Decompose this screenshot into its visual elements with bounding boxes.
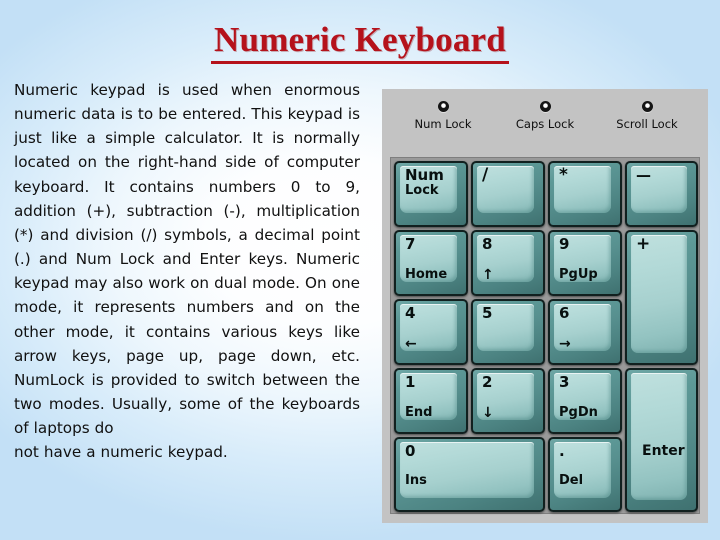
key-cap — [554, 304, 611, 351]
indicator-caps-lock: Caps Lock — [495, 101, 596, 131]
led-indicator-icon — [641, 101, 653, 112]
key-6-right[interactable]: 6 → — [548, 299, 622, 365]
key-period-del[interactable]: . Del — [548, 437, 622, 512]
key-cap — [554, 235, 611, 282]
key-minus[interactable]: — — [625, 161, 698, 227]
key-num-lock[interactable]: Num Lock — [394, 161, 468, 227]
key-plus[interactable]: + — [625, 230, 698, 365]
led-indicator-icon — [539, 101, 551, 112]
key-cap — [477, 373, 534, 420]
key-cap — [400, 235, 457, 282]
key-9-pgup[interactable]: 9 PgUp — [548, 230, 622, 296]
body-text-block: Numeric keypad is used when enormous num… — [14, 78, 360, 465]
key-1-end[interactable]: 1 End — [394, 368, 468, 434]
key-cap — [554, 442, 611, 498]
key-3-pgdn[interactable]: 3 PgDn — [548, 368, 622, 434]
indicator-strip: Num Lock Caps Lock Scroll Lock — [382, 89, 708, 157]
indicator-num-lock: Num Lock — [393, 101, 494, 131]
key-divide[interactable]: / — [471, 161, 545, 227]
key-cap — [631, 235, 687, 353]
key-multiply[interactable]: * — [548, 161, 622, 227]
key-5[interactable]: 5 — [471, 299, 545, 365]
key-cap — [400, 166, 457, 213]
key-cap — [631, 166, 687, 213]
key-0-ins[interactable]: 0 Ins — [394, 437, 545, 512]
key-8-up[interactable]: 8 ↑ — [471, 230, 545, 296]
numeric-keypad-image: Num Lock Caps Lock Scroll Lock Num Lock — [382, 89, 708, 523]
indicator-label: Num Lock — [414, 117, 472, 131]
key-cap — [400, 373, 457, 420]
led-indicator-icon — [437, 101, 449, 112]
slide-canvas: Numeric Keyboard Numeric keypad is used … — [0, 0, 720, 540]
indicator-scroll-lock: Scroll Lock — [597, 101, 698, 131]
body-paragraph: Numeric keypad is used when enormous num… — [14, 81, 360, 438]
key-cap — [554, 373, 611, 420]
keypad-key-grid: Num Lock / * — 7 Home 8 ↑ 9 PgUp + 4 ← 5… — [394, 161, 698, 512]
key-4-left[interactable]: 4 ← — [394, 299, 468, 365]
key-7-home[interactable]: 7 Home — [394, 230, 468, 296]
page-title: Numeric Keyboard — [211, 20, 509, 64]
keypad-key-bed: Num Lock / * — 7 Home 8 ↑ 9 PgUp + 4 ← 5… — [390, 157, 700, 514]
key-cap — [400, 442, 534, 498]
key-cap — [400, 304, 457, 351]
body-paragraph-last-line: not have a numeric keypad. — [14, 443, 228, 462]
indicator-label: Scroll Lock — [616, 117, 678, 131]
page-title-container: Numeric Keyboard — [0, 20, 720, 64]
key-cap — [477, 304, 534, 351]
key-cap — [631, 373, 687, 500]
indicator-label: Caps Lock — [515, 117, 575, 131]
key-cap — [554, 166, 611, 213]
key-cap — [477, 235, 534, 282]
key-enter[interactable]: Enter — [625, 368, 698, 512]
key-cap — [477, 166, 534, 213]
key-2-down[interactable]: 2 ↓ — [471, 368, 545, 434]
